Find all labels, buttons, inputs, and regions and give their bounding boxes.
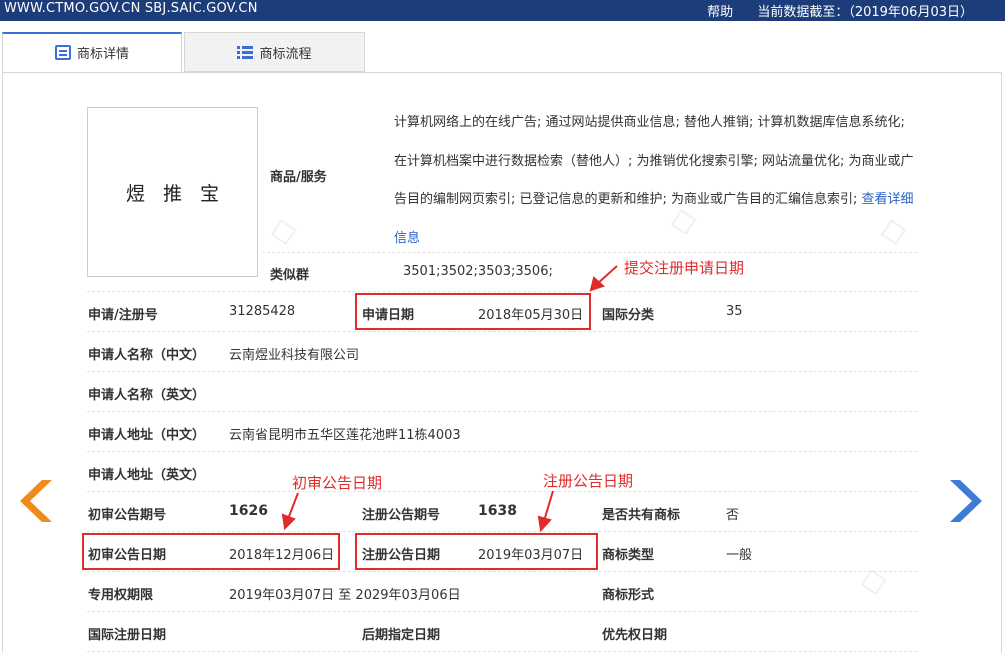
- data-date: 当前数据截至：（2019年06月03日）: [757, 5, 973, 20]
- applicant-cn-value: 云南煜业科技有限公司: [229, 348, 360, 363]
- divider: [87, 411, 917, 412]
- divider: [87, 651, 917, 652]
- highlight-app-date: [355, 293, 591, 330]
- similar-group-value: 3501;3502;3503;3506;: [403, 264, 553, 279]
- intl-reg-date-label: 国际注册日期: [88, 628, 167, 643]
- goods-text: 计算机网络上的在线广告; 通过网站提供商业信息; 替他人推销; 计算机数据库信息…: [394, 104, 919, 258]
- tm-type-value: 一般: [726, 548, 753, 563]
- divider: [87, 291, 917, 292]
- highlight-reg-date: [355, 533, 598, 570]
- exclusive-label: 专用权期限: [88, 588, 154, 603]
- tab-label: 商标详情: [76, 47, 129, 62]
- goods-description: 计算机网络上的在线广告; 通过网站提供商业信息; 替他人推销; 计算机数据库信息…: [394, 115, 914, 207]
- chevron-right-icon[interactable]: [948, 478, 982, 524]
- divider: [87, 571, 917, 572]
- tab-label: 商标流程: [259, 47, 312, 62]
- reg-pub-no-label: 注册公告期号: [362, 508, 441, 523]
- applicant-en-label: 申请人名称（英文）: [88, 388, 206, 403]
- applicant-cn-label: 申请人名称（中文）: [88, 348, 206, 363]
- reg-pub-no-value: 1638: [478, 503, 517, 519]
- intl-class-label: 国际分类: [602, 308, 655, 323]
- divider: [87, 451, 917, 452]
- tab-trademark-detail[interactable]: 商标详情: [2, 32, 182, 72]
- divider: [87, 531, 917, 532]
- prelim-no-label: 初审公告期号: [88, 508, 167, 523]
- divider: [87, 491, 917, 492]
- tm-type-label: 商标类型: [602, 548, 655, 563]
- shared-label: 是否共有商标: [602, 508, 681, 523]
- exclusive-value: 2019年03月07日 至 2029年03月06日: [229, 588, 461, 603]
- reg-no-label: 申请/注册号: [88, 308, 158, 323]
- divider: [87, 331, 917, 332]
- help-link[interactable]: 帮助: [707, 5, 733, 20]
- annotation-submit-date: 提交注册申请日期: [624, 259, 745, 277]
- menu-icon: [237, 35, 254, 59]
- tm-form-label: 商标形式: [602, 588, 655, 603]
- prelim-no-value: 1626: [229, 503, 268, 519]
- site-url: WWW.CTMO.GOV.CN SBJ.SAIC.GOV.CN: [4, 1, 258, 16]
- top-bar: WWW.CTMO.GOV.CN SBJ.SAIC.GOV.CN 帮助 当前数据截…: [0, 0, 1005, 21]
- intl-class-value: 35: [726, 304, 743, 319]
- tab-trademark-process[interactable]: 商标流程: [184, 32, 365, 72]
- priority-label: 优先权日期: [602, 628, 668, 643]
- tab-bar: 商标详情 商标流程: [2, 32, 1002, 73]
- divider: [262, 252, 917, 253]
- annotation-prelim-date: 初审公告日期: [292, 474, 383, 492]
- shared-value: 否: [726, 508, 740, 523]
- highlight-prelim-date: [82, 533, 340, 570]
- trademark-image: 煜推宝: [87, 107, 258, 277]
- chevron-left-icon[interactable]: [20, 478, 54, 524]
- divider: [87, 371, 917, 372]
- address-cn-value: 云南省昆明市五华区莲花池畔11栋4003: [229, 428, 461, 443]
- divider: [87, 611, 917, 612]
- later-date-label: 后期指定日期: [362, 628, 441, 643]
- list-icon: [54, 45, 71, 60]
- annotation-reg-date: 注册公告日期: [543, 472, 634, 490]
- similar-group-label: 类似群: [270, 268, 310, 283]
- goods-label: 商品/服务: [270, 170, 327, 185]
- address-cn-label: 申请人地址（中文）: [88, 428, 206, 443]
- top-bar-right: 帮助 当前数据截至：（2019年06月03日）: [687, 1, 973, 20]
- address-en-label: 申请人地址（英文）: [88, 468, 206, 483]
- reg-no-value: 31285428: [229, 304, 296, 319]
